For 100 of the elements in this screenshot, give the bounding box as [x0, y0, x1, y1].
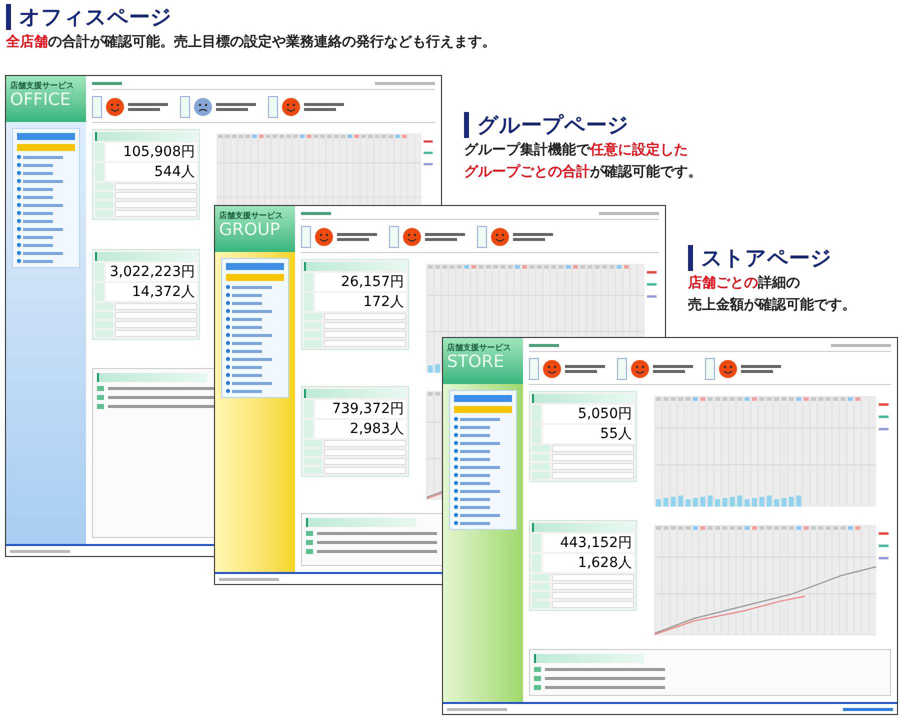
bullet-icon: [454, 513, 458, 517]
blurred-text: [23, 260, 53, 262]
row-label: [532, 463, 550, 470]
legend-swatch: [878, 556, 889, 560]
bullet-icon: [226, 341, 230, 345]
legend-swatch: [878, 416, 889, 418]
row-label: [529, 358, 539, 380]
blurred-text: [653, 370, 685, 373]
row-label: [95, 183, 113, 190]
bullet-icon: [17, 187, 21, 191]
bullet-icon: [454, 433, 458, 437]
row-label: [532, 592, 550, 599]
row-label: [304, 420, 313, 438]
blurred-text: [23, 196, 53, 198]
blurred-text: [232, 342, 262, 344]
chart-bar: [752, 498, 757, 507]
row-label: [95, 330, 113, 336]
legend-swatch: [424, 163, 433, 166]
row-label: [95, 312, 113, 318]
row-label: [95, 282, 104, 300]
chart-bar: [744, 499, 750, 507]
bullet-icon: [226, 301, 230, 305]
menu-item[interactable]: [17, 144, 75, 151]
blurred-text: [232, 366, 262, 368]
chart-bar: [708, 496, 713, 507]
row-label: [532, 472, 550, 479]
blurred-text: [337, 238, 369, 241]
section-heading: グループページ: [477, 114, 629, 136]
blurred-text: [425, 233, 465, 236]
menu-item[interactable]: [226, 274, 284, 281]
service-name: 店舗支援サービス: [10, 80, 75, 92]
bullet-icon: [17, 259, 21, 263]
service-name: 店舗支援サービス: [219, 210, 284, 222]
blurred-text: [460, 434, 490, 436]
row-label: [304, 449, 322, 456]
row-label: [477, 226, 487, 248]
sales-amount: 3,022,223円: [106, 262, 197, 280]
description-text: 売上金額が確認可能です。: [688, 296, 856, 314]
row-label: [617, 358, 627, 380]
blurred-text: [216, 103, 256, 106]
chart-bar: [656, 499, 661, 507]
bullet-icon: [17, 227, 21, 231]
bullet-icon: [454, 521, 458, 525]
row-label: [95, 192, 113, 199]
bullet-icon: [454, 505, 458, 509]
bullet-icon: [226, 389, 230, 393]
row-label: [95, 210, 113, 217]
blurred-text: [741, 370, 773, 373]
customer-count: 172人: [315, 293, 406, 311]
blurred-text: [128, 103, 168, 106]
blurred-text: [10, 550, 70, 552]
blurred-text: [741, 365, 781, 368]
blurred-text: [513, 238, 545, 241]
blurred-text: [23, 156, 63, 158]
customer-count: 544人: [106, 163, 197, 181]
blurred-text: [565, 365, 605, 368]
row-label: [304, 331, 322, 338]
bullet-icon: [454, 481, 458, 485]
blurred-text: [425, 238, 457, 241]
bullet-icon: [17, 179, 21, 183]
legend-swatch: [878, 428, 889, 430]
row-label: [304, 400, 313, 418]
blurred-text: [304, 103, 344, 106]
legend-swatch: [424, 140, 433, 143]
bullet-icon: [226, 373, 230, 377]
bullet-icon: [226, 325, 230, 329]
legend-swatch: [878, 532, 889, 535]
chart-bar: [759, 496, 764, 507]
chart-bar: [678, 496, 684, 507]
blurred-text: [23, 180, 63, 182]
blurred-text: [460, 490, 500, 492]
chart-bar: [715, 499, 720, 507]
description-text: グループ集計機能で任意に設定した: [464, 142, 689, 160]
chart-bar: [670, 496, 676, 507]
row-label: [532, 554, 541, 572]
bullet-icon: [226, 317, 230, 321]
heading-bar: [6, 4, 11, 30]
chart-bar: [700, 496, 706, 507]
blurred-text: [219, 578, 279, 580]
blurred-text: [232, 294, 262, 296]
chart-bar: [428, 365, 433, 373]
row-label: [532, 405, 541, 423]
chart-bar: [737, 496, 742, 507]
section-heading: オフィスページ: [19, 6, 172, 28]
chart-bar: [663, 498, 668, 507]
row-label: [95, 262, 104, 280]
bullet-icon: [226, 333, 230, 337]
blurred-text: [301, 212, 331, 215]
row-label: [95, 302, 113, 310]
bullet-icon: [226, 349, 230, 353]
menu-item[interactable]: [454, 406, 512, 413]
row-label: [180, 96, 190, 118]
blurred-text: [460, 514, 500, 516]
blurred-text: [460, 442, 500, 444]
bullet-icon: [454, 425, 458, 429]
blurred-text: [232, 302, 262, 304]
bullet-icon: [226, 381, 230, 385]
blurred-text: [599, 212, 659, 215]
blurred-text: [375, 82, 435, 85]
bullet-icon: [454, 417, 458, 421]
